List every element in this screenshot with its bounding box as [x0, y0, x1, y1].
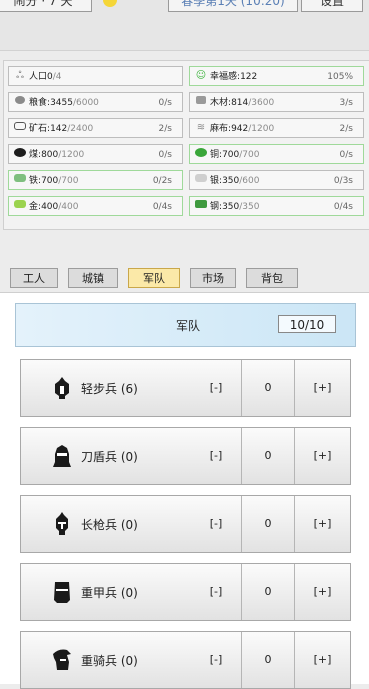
tab-bar: 工人 城镇 军队 市场 背包: [0, 262, 369, 293]
decrease-button[interactable]: [-]: [191, 632, 241, 688]
decrease-button[interactable]: [-]: [191, 564, 241, 620]
increase-button[interactable]: [+]: [295, 360, 350, 416]
helmet-icon: [55, 377, 69, 399]
gold-icon: [13, 200, 27, 212]
ore-icon: [13, 122, 27, 134]
unit-row-sword-shield: 刀盾兵 (0) [-] 0 [+]: [20, 427, 351, 485]
tab-workers[interactable]: 工人: [10, 268, 58, 288]
population-max: /4: [52, 72, 62, 82]
decrease-button[interactable]: [-]: [191, 428, 241, 484]
unit-count: 0: [241, 428, 295, 484]
unit-row-spearman: 长枪兵 (0) [-] 0 [+]: [20, 495, 351, 553]
resource-silver: 银:350/600 0/3s: [189, 170, 364, 190]
helmet-icon: [53, 445, 71, 467]
unit-count: 0: [241, 632, 295, 688]
population-cell: ஃ 人口0/4: [8, 66, 183, 86]
resource-steel: 钢:350/350 0/4s: [189, 196, 364, 216]
tab-army[interactable]: 军队: [128, 268, 180, 288]
smile-icon: ☺: [195, 70, 207, 81]
increase-button[interactable]: [+]: [295, 496, 350, 552]
happiness-value: 122: [240, 72, 258, 82]
resource-iron: 铁:700/700 0/2s: [8, 170, 183, 190]
unit-row-light-infantry: 轻步兵 (6) [-] 0 [+]: [20, 359, 351, 417]
steel-icon: [194, 200, 208, 212]
copper-icon: [194, 148, 208, 160]
army-title: 军队: [176, 319, 201, 333]
population-label: 人口: [29, 72, 48, 82]
resource-grain: 粮食:3455/6000 0/s: [8, 92, 183, 112]
linen-icon: ≋: [196, 122, 206, 133]
tab-town[interactable]: 城镇: [68, 268, 118, 288]
army-header: 军队 10/10: [15, 303, 356, 347]
helmet-icon: [53, 649, 71, 670]
unit-name: 轻步兵 (6): [81, 382, 138, 396]
decrease-button[interactable]: [-]: [191, 496, 241, 552]
wood-icon: [194, 96, 208, 108]
settings-button[interactable]: 设置: [301, 0, 363, 12]
sun-icon: [103, 0, 117, 7]
unit-name: 重甲兵 (0): [81, 586, 138, 600]
happiness-percent: 105%: [327, 72, 353, 82]
resource-panel: ஃ 人口0/4 ☺ 幸福感:122 105% 粮食:3455/6000 0/s …: [3, 60, 369, 230]
helmet-icon: [56, 512, 68, 535]
resource-wood: 木材:814/3600 3/s: [189, 92, 364, 112]
happiness-label: 幸福感: [210, 72, 238, 82]
happiness-cell: ☺ 幸福感:122 105%: [189, 66, 364, 86]
helmet-icon: [54, 582, 70, 603]
map-button[interactable]: 闹分 · 7 天: [0, 0, 92, 12]
people-icon: ஃ: [16, 70, 24, 81]
decrease-button[interactable]: [-]: [191, 360, 241, 416]
unit-row-heavy-cavalry: 重骑兵 (0) [-] 0 [+]: [20, 631, 351, 689]
army-content: 军队 10/10 轻步兵 (6) [-] 0 [+] 刀盾兵 (0) [-] 0…: [0, 293, 369, 689]
silver-icon: [194, 174, 208, 186]
resource-gold: 金:400/400 0/4s: [8, 196, 183, 216]
tab-backpack[interactable]: 背包: [246, 268, 298, 288]
resource-linen: ≋ 麻布:942/1200 2/s: [189, 118, 364, 138]
resource-copper: 铜:700/700 0/s: [189, 144, 364, 164]
unit-count: 0: [241, 496, 295, 552]
top-bar: 闹分 · 7 天 春季第1天 (10:20) 设置: [0, 0, 369, 51]
season-date: 春季第1天 (10:20): [168, 0, 298, 12]
coal-icon: [13, 148, 27, 160]
increase-button[interactable]: [+]: [295, 632, 350, 688]
tab-market[interactable]: 市场: [190, 268, 236, 288]
unit-name: 刀盾兵 (0): [81, 450, 138, 464]
unit-row-heavy-armor: 重甲兵 (0) [-] 0 [+]: [20, 563, 351, 621]
resource-ore: 矿石:142/2400 2/s: [8, 118, 183, 138]
resource-coal: 煤:800/1200 0/s: [8, 144, 183, 164]
iron-icon: [13, 174, 27, 186]
increase-button[interactable]: [+]: [295, 428, 350, 484]
increase-button[interactable]: [+]: [295, 564, 350, 620]
grain-icon: [13, 96, 27, 108]
unit-name: 长枪兵 (0): [81, 518, 138, 532]
army-count: 10/10: [278, 315, 336, 333]
unit-count: 0: [241, 360, 295, 416]
unit-name: 重骑兵 (0): [81, 654, 138, 668]
unit-count: 0: [241, 564, 295, 620]
